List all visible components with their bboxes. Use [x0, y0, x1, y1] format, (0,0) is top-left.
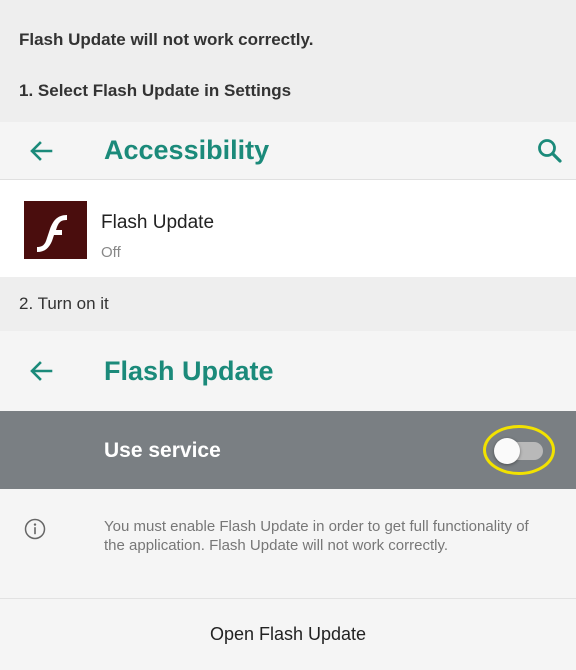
highlight-circle — [483, 425, 555, 475]
flash-logo-icon — [24, 201, 87, 259]
open-button-area: Open Flash Update — [0, 599, 576, 670]
instructions-header: Flash Update will not work correctly. 1.… — [0, 0, 576, 122]
step-2-header: 2. Turn on it — [0, 277, 576, 331]
flash-update-list-item[interactable]: Flash Update Off — [0, 180, 576, 277]
step-2-text: 2. Turn on it — [19, 294, 109, 313]
step-1-text: 1. Select Flash Update in Settings — [19, 81, 292, 100]
flash-update-title: Flash Update — [104, 355, 274, 386]
search-icon[interactable] — [536, 137, 564, 165]
use-service-label: Use service — [104, 439, 221, 462]
arrow-left-icon[interactable] — [27, 357, 55, 385]
use-service-row[interactable]: Use service — [0, 411, 576, 489]
info-section: You must enable Flash Update in order to… — [0, 489, 576, 599]
open-flash-update-button[interactable]: Open Flash Update — [0, 599, 576, 670]
list-item-title: Flash Update — [101, 212, 215, 233]
info-icon — [24, 518, 46, 540]
arrow-left-icon[interactable] — [27, 137, 55, 165]
info-text: You must enable Flash Update in order to… — [104, 518, 529, 554]
flash-update-app-bar: Flash Update — [0, 331, 576, 411]
accessibility-title: Accessibility — [104, 135, 270, 165]
list-item-status: Off — [101, 244, 121, 261]
accessibility-app-bar: Accessibility — [0, 122, 576, 180]
warning-text: Flash Update will not work correctly. — [19, 30, 314, 49]
